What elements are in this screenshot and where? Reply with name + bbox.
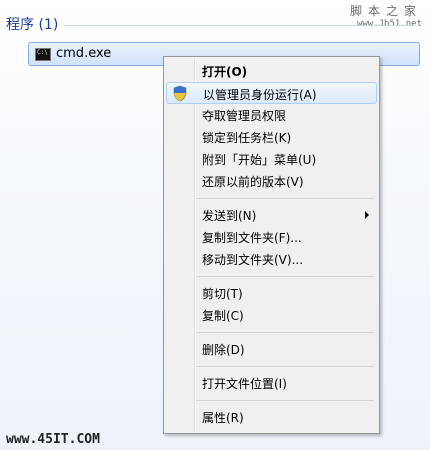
menu-item-label: 附到「开始」菜单(U) [202, 153, 317, 167]
menu-item-open[interactable]: 打开(O) [166, 60, 377, 82]
menu-item-label: 属性(R) [202, 411, 244, 425]
menu-item-cut[interactable]: 剪切(T) [166, 282, 377, 304]
menu-item-label: 剪切(T) [202, 287, 243, 301]
programs-section-header: 程序 (1) [6, 14, 420, 36]
menu-item-pin-start[interactable]: 附到「开始」菜单(U) [166, 148, 377, 170]
menu-item-label: 夺取管理员权限 [202, 109, 287, 123]
submenu-arrow-icon [365, 211, 369, 219]
menu-item-properties[interactable]: 属性(R) [166, 406, 377, 428]
menu-separator [196, 366, 374, 367]
menu-item-label: 复制(C) [202, 309, 244, 323]
menu-item-label: 还原以前的版本(V) [202, 175, 304, 189]
menu-item-send-to[interactable]: 发送到(N) [166, 204, 377, 226]
menu-item-copy[interactable]: 复制(C) [166, 304, 377, 326]
menu-item-move-to-folder[interactable]: 移动到文件夹(V)... [166, 248, 377, 270]
menu-item-restore-versions[interactable]: 还原以前的版本(V) [166, 170, 377, 192]
menu-item-label: 锁定到任务栏(K) [202, 131, 292, 145]
menu-item-label: 打开文件位置(I) [202, 377, 287, 391]
menu-item-take-ownership[interactable]: 夺取管理员权限 [166, 104, 377, 126]
menu-item-pin-taskbar[interactable]: 锁定到任务栏(K) [166, 126, 377, 148]
search-result-label: cmd.exe [56, 46, 112, 61]
menu-item-copy-to-folder[interactable]: 复制到文件夹(F)... [166, 226, 377, 248]
menu-item-open-file-location[interactable]: 打开文件位置(I) [166, 372, 377, 394]
menu-item-label: 发送到(N) [202, 209, 257, 223]
menu-item-label: 删除(D) [202, 343, 245, 357]
menu-separator [196, 400, 374, 401]
command-prompt-icon: C:\ [35, 48, 51, 61]
menu-item-label: 移动到文件夹(V)... [202, 253, 304, 267]
menu-item-delete[interactable]: 删除(D) [166, 338, 377, 360]
menu-separator [196, 332, 374, 333]
menu-item-label: 以管理员身份运行(A) [203, 88, 317, 102]
programs-section-title: 程序 (1) [6, 17, 59, 33]
menu-item-label: 复制到文件夹(F)... [202, 231, 302, 245]
menu-separator [196, 276, 374, 277]
watermark-45it: www.45IT.COM [6, 432, 100, 447]
section-divider [64, 25, 416, 26]
context-menu: 打开(O) 以管理员身份运行(A) 夺取管理员权限 锁定到任务栏(K) 附到「开… [163, 56, 380, 434]
uac-shield-icon [173, 85, 187, 102]
menu-item-run-as-admin[interactable]: 以管理员身份运行(A) [166, 82, 377, 104]
menu-separator [196, 198, 374, 199]
start-menu-results-panel: 脚本之家 www.Jb51.net 程序 (1) C:\ cmd.exe 打开(… [0, 0, 430, 450]
menu-item-label: 打开(O) [202, 65, 248, 79]
